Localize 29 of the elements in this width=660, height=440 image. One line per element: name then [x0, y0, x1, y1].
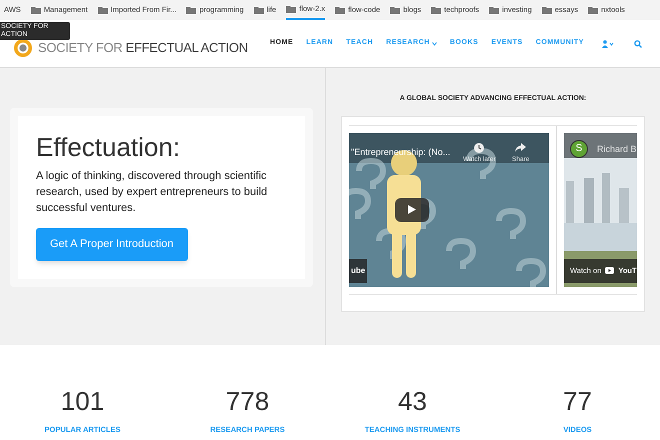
folder-icon — [390, 6, 400, 14]
folder-icon — [30, 6, 41, 14]
play-icon — [408, 205, 416, 214]
site-logo-text[interactable]: SOCIETY FOR EFFECTUAL ACTION — [38, 38, 248, 58]
video-title[interactable]: "Entrepreneurship: (No... — [351, 146, 450, 159]
play-button[interactable] — [395, 198, 429, 222]
stat-value: 101 — [60, 387, 104, 415]
folder-icon — [335, 6, 346, 14]
user-icon[interactable] — [602, 40, 614, 48]
folder-icon — [98, 6, 108, 14]
stat-value: 778 — [226, 387, 270, 415]
folder-icon — [254, 6, 264, 14]
logo-icon — [14, 38, 32, 56]
folder-icon — [542, 6, 552, 14]
play-icon — [605, 267, 614, 274]
folder-icon — [186, 6, 196, 14]
folder-icon — [286, 5, 296, 13]
stat-value: 77 — [563, 387, 592, 415]
channel-name[interactable]: Richard B — [597, 142, 637, 156]
hero-title: Effectuation: — [36, 131, 182, 164]
stat-value: 43 — [398, 387, 427, 415]
hero-description: A logic of thinking, discovered through scientific research, used by expert entrepreneurs to build successful ventures. — [36, 169, 268, 216]
share-icon[interactable] — [515, 142, 526, 152]
folder-icon — [588, 6, 598, 14]
clock-icon[interactable] — [474, 142, 484, 152]
search-icon[interactable] — [634, 40, 642, 48]
folder-icon — [431, 6, 442, 14]
folder-icon — [489, 6, 500, 14]
youtube-label[interactable]: ube — [349, 258, 368, 282]
